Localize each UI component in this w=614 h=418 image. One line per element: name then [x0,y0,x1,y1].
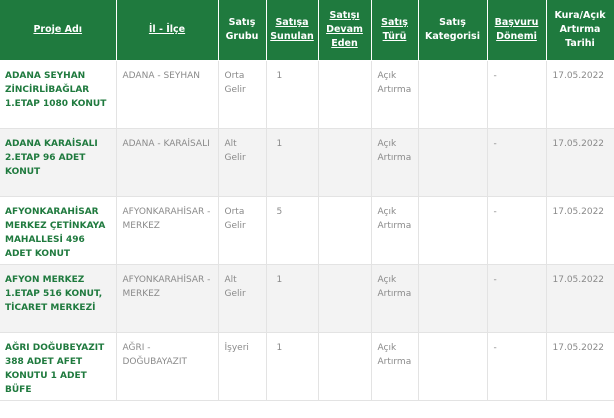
table-row: ADANA KARAİSALI 2.ETAP 96 ADET KONUT ADA… [0,128,614,197]
cell-devam [318,128,372,197]
table-row: ADANA SEYHAN ZİNCİRLİBAĞLAR 1.ETAP 1080 … [0,60,614,129]
cell-sunulan: 5 [266,196,319,265]
cell-proje[interactable]: AĞRI DOĞUBEYAZIT 388 ADET AFET KONUTU 1 … [0,332,117,401]
cell-kategori [418,128,488,197]
cell-devam [318,264,372,333]
col-header-il-ilce[interactable]: İl - İlçe [116,0,219,61]
cell-donem: - [487,264,547,333]
cell-tur: Açık Artırma [371,128,419,197]
cell-il: AFYONKARAHİSAR - MERKEZ [116,196,219,265]
cell-kategori [418,60,488,129]
cell-il: ADANA - SEYHAN [116,60,219,129]
cell-proje[interactable]: ADANA SEYHAN ZİNCİRLİBAĞLAR 1.ETAP 1080 … [0,60,117,129]
cell-donem: - [487,128,547,197]
cell-tur: Açık Artırma [371,332,419,401]
cell-grup: Alt Gelir [218,264,267,333]
cell-tarih: 17.05.2022 [546,264,614,333]
cell-devam [318,60,372,129]
cell-donem: - [487,60,547,129]
cell-sunulan: 1 [266,128,319,197]
cell-tur: Açık Artırma [371,196,419,265]
table-row: AĞRI DOĞUBEYAZIT 388 ADET AFET KONUTU 1 … [0,332,614,401]
cell-tarih: 17.05.2022 [546,196,614,265]
cell-grup: Orta Gelir [218,60,267,129]
cell-donem: - [487,332,547,401]
header-row: Proje Adı İl - İlçe Satış Grubu Satışa S… [0,0,614,61]
col-header-kura-tarihi: Kura/Açık Artırma Tarihi [546,0,614,61]
table-row: AFYON MERKEZ 1.ETAP 516 KONUT, TİCARET M… [0,264,614,333]
cell-proje[interactable]: AFYON MERKEZ 1.ETAP 516 KONUT, TİCARET M… [0,264,117,333]
cell-sunulan: 1 [266,332,319,401]
cell-tarih: 17.05.2022 [546,332,614,401]
cell-kategori [418,264,488,333]
col-header-satis-kategorisi: Satış Kategorisi [418,0,488,61]
cell-sunulan: 1 [266,60,319,129]
col-header-satisa-sunulan[interactable]: Satışa Sunulan [266,0,319,61]
cell-il: AĞRI - DOĞUBAYAZIT [116,332,219,401]
cell-proje[interactable]: ADANA KARAİSALI 2.ETAP 96 ADET KONUT [0,128,117,197]
cell-tarih: 17.05.2022 [546,128,614,197]
cell-grup: Orta Gelir [218,196,267,265]
cell-proje[interactable]: AFYONKARAHİSAR MERKEZ ÇETİNKAYA MAHALLES… [0,196,117,265]
cell-donem: - [487,196,547,265]
cell-il: AFYONKARAHİSAR - MERKEZ [116,264,219,333]
cell-grup: İşyeri [218,332,267,401]
col-header-basvuru-donemi[interactable]: Başvuru Dönemi [487,0,547,61]
col-header-proje-adi[interactable]: Proje Adı [0,0,117,61]
cell-kategori [418,332,488,401]
cell-il: ADANA - KARAİSALI [116,128,219,197]
table-row: AFYONKARAHİSAR MERKEZ ÇETİNKAYA MAHALLES… [0,196,614,265]
cell-kategori [418,196,488,265]
cell-tur: Açık Artırma [371,60,419,129]
cell-sunulan: 1 [266,264,319,333]
col-header-satis-grubu: Satış Grubu [218,0,267,61]
col-header-satis-turu[interactable]: Satış Türü [371,0,419,61]
cell-tur: Açık Artırma [371,264,419,333]
cell-devam [318,196,372,265]
projects-table: Proje Adı İl - İlçe Satış Grubu Satışa S… [0,0,614,401]
cell-devam [318,332,372,401]
cell-tarih: 17.05.2022 [546,60,614,129]
cell-grup: Alt Gelir [218,128,267,197]
col-header-satisi-devam-eden[interactable]: Satışı Devam Eden [318,0,372,61]
